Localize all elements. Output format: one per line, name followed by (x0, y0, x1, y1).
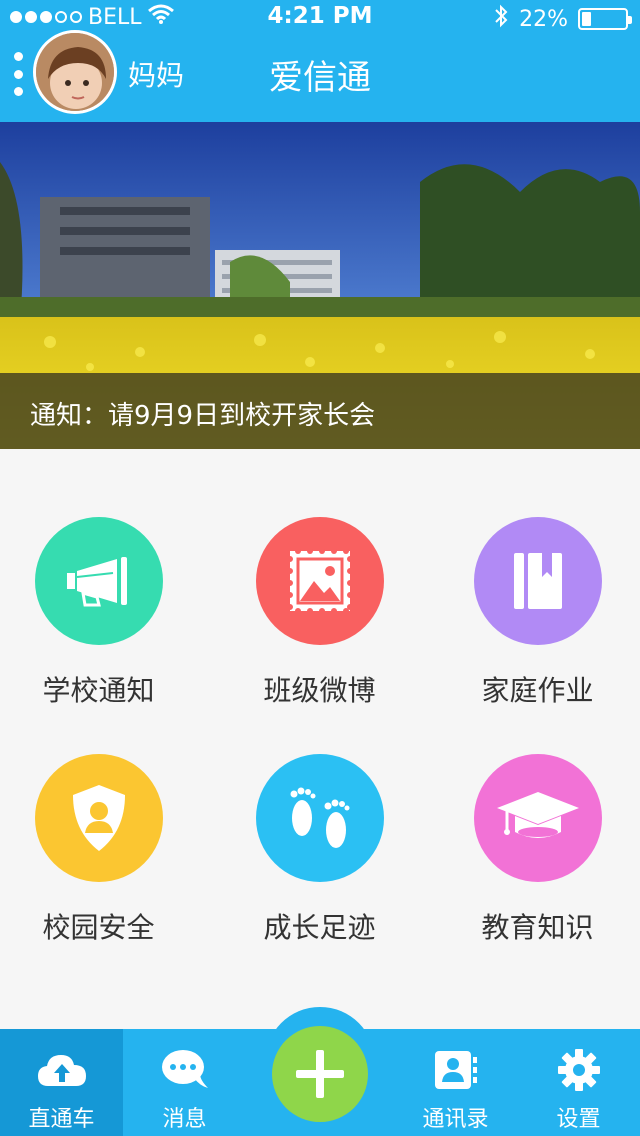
battery-percent: 22% (519, 6, 568, 32)
notice-text: 通知：请9月9日到校开家长会 (30, 401, 376, 431)
feature-homework[interactable]: 家庭作业 (431, 517, 640, 709)
feature-grid: 学校通知 班级微博 家庭作业 校园安全 成长足迹 教育知识 (0, 449, 640, 1029)
app-title: 爱信通 (269, 58, 371, 98)
shield-person-icon (34, 754, 163, 882)
app-screen: BELL 4:21 PM 22% 妈妈 爱信通 通知：请9月9日到校开家长会 学… (0, 0, 640, 1136)
tab-label: 直通车 (28, 1107, 95, 1132)
picture-stamp-icon (255, 517, 384, 645)
chat-bubble-icon (123, 1043, 246, 1097)
status-right: 22% (493, 4, 632, 34)
feature-label: 成长足迹 (263, 911, 376, 944)
feature-campus-safety[interactable]: 校园安全 (0, 754, 205, 946)
footprints-icon (255, 754, 384, 882)
feature-label: 校园安全 (42, 911, 155, 944)
menu-icon[interactable] (12, 52, 24, 96)
contacts-book-icon (394, 1043, 517, 1097)
tab-settings[interactable]: 设置 (517, 1029, 640, 1136)
feature-education-knowledge[interactable]: 教育知识 (431, 754, 640, 946)
add-button[interactable] (272, 1026, 368, 1122)
tab-label: 消息 (162, 1107, 207, 1132)
tab-messages[interactable]: 消息 (123, 1029, 246, 1136)
feature-label: 教育知识 (481, 911, 594, 944)
tab-label: 通讯录 (422, 1107, 489, 1132)
tab-contacts[interactable]: 通讯录 (394, 1029, 517, 1136)
plus-icon (296, 1050, 344, 1098)
feature-growth-footprints[interactable]: 成长足迹 (213, 754, 426, 946)
notice-bar[interactable]: 通知：请9月9日到校开家长会 (0, 373, 640, 449)
tab-label: 设置 (556, 1107, 601, 1132)
feature-class-weibo[interactable]: 班级微博 (213, 517, 426, 709)
megaphone-icon (34, 517, 163, 645)
user-name[interactable]: 妈妈 (128, 54, 184, 94)
avatar[interactable] (33, 30, 117, 114)
graduation-cap-icon (473, 754, 602, 882)
tab-direct-bus[interactable]: 直通车 (0, 1029, 123, 1136)
banner-image[interactable]: 通知：请9月9日到校开家长会 (0, 122, 640, 449)
bluetooth-icon (493, 4, 509, 34)
feature-label: 家庭作业 (481, 674, 594, 707)
battery-icon (578, 8, 632, 30)
gear-icon (517, 1043, 640, 1097)
cloud-upload-icon (0, 1043, 123, 1097)
feature-label: 学校通知 (42, 674, 155, 707)
feature-label: 班级微博 (263, 674, 376, 707)
status-bar: BELL 4:21 PM 22% (0, 0, 640, 34)
header: BELL 4:21 PM 22% 妈妈 爱信通 (0, 0, 640, 122)
book-icon (473, 517, 602, 645)
feature-school-notice[interactable]: 学校通知 (0, 517, 205, 709)
